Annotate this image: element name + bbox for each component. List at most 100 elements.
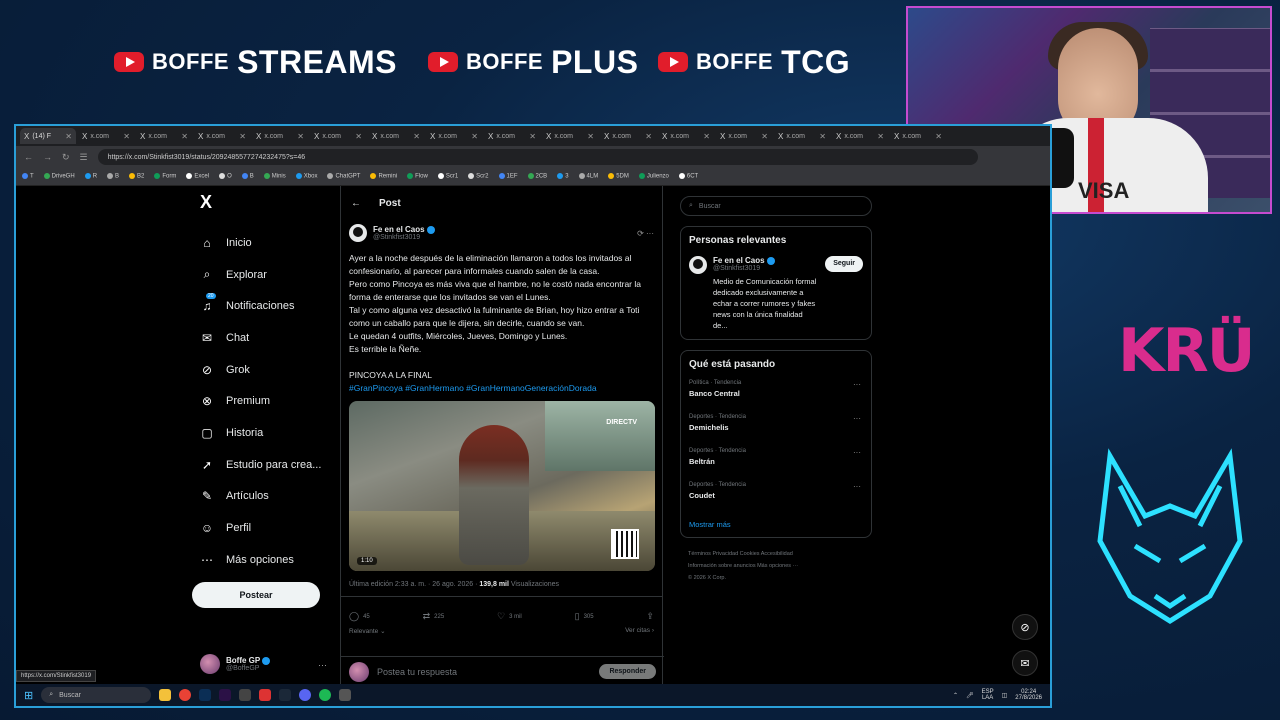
nav-item-artículos[interactable]: ✎ Artículos [192, 481, 332, 513]
nav-item-notificaciones[interactable]: ♫ 20 Notificaciones [192, 290, 332, 322]
quotes-link[interactable]: Ver citas › [625, 627, 654, 635]
close-tab-icon[interactable]: ✕ [703, 132, 710, 141]
nav-item-chat[interactable]: ✉ Chat [192, 322, 332, 354]
more-icon[interactable]: ··· [853, 380, 861, 389]
bookmark-item[interactable]: ChatGPT [327, 173, 360, 180]
bookmark-item[interactable]: R [84, 173, 97, 180]
author-handle[interactable]: @Stinkfist3019 [373, 234, 435, 241]
nav-item-inicio[interactable]: ⌂ Inicio [192, 227, 332, 259]
close-tab-icon[interactable]: ✕ [645, 132, 652, 141]
site-info-icon[interactable]: ☰ [80, 152, 88, 163]
relevant-person[interactable]: Fe en el Caos @Stinkfist3019 Medio de Co… [689, 256, 863, 331]
bookmark-item[interactable]: O [219, 173, 232, 180]
reply-button[interactable]: Responder [599, 664, 656, 679]
close-tab-icon[interactable]: ✕ [529, 132, 536, 141]
browser-tab[interactable]: Xx.com ✕ [310, 128, 366, 144]
bookmark-item[interactable]: Remini [370, 173, 397, 180]
browser-tab[interactable]: Xx.com ✕ [194, 128, 250, 144]
nav-item-grok[interactable]: ⊘ Grok [192, 354, 332, 386]
close-tab-icon[interactable]: ✕ [123, 132, 130, 141]
bookmark-item[interactable]: Scr1 [437, 173, 458, 180]
reload-icon[interactable]: ↻ [62, 152, 70, 163]
browser-tab[interactable]: Xx.com ✕ [252, 128, 308, 144]
tray-up-icon[interactable]: ⌃ [953, 692, 958, 699]
search-input[interactable]: ⌕ Buscar [680, 196, 872, 216]
bookmark-item[interactable]: B2 [129, 173, 144, 180]
author-name[interactable]: Fe en el Caos [373, 225, 435, 234]
browser-tab[interactable]: Xx.com ✕ [426, 128, 482, 144]
browser-tab[interactable]: Xx.com ✕ [368, 128, 424, 144]
bookmark-item[interactable]: Julienzo [638, 173, 669, 180]
trend-item[interactable]: Deportes · Tendencia Demichelis ··· [689, 414, 863, 448]
browser-tab[interactable]: Xx.com ✕ [136, 128, 192, 144]
close-tab-icon[interactable]: ✕ [355, 132, 362, 141]
bookmark-item[interactable]: 3 [557, 173, 569, 180]
premiere-icon[interactable] [219, 689, 232, 701]
app-icon[interactable] [239, 689, 252, 701]
show-more-link[interactable]: Mostrar más [689, 520, 863, 529]
sort-dropdown[interactable]: Relevante ⌄ [349, 627, 386, 635]
back-icon[interactable]: ← [24, 152, 33, 162]
bookmark-item[interactable]: 4LM [578, 173, 598, 180]
close-tab-icon[interactable]: ✕ [819, 132, 826, 141]
close-tab-icon[interactable]: ✕ [935, 132, 942, 141]
browser-tab[interactable]: Xx.com ✕ [658, 128, 714, 144]
hashtags[interactable]: #GranPincoya #GranHermano #GranHermanoGe… [349, 382, 654, 395]
bookmark-item[interactable]: T [22, 173, 34, 180]
close-tab-icon[interactable]: ✕ [587, 132, 594, 141]
bookmark-item[interactable]: Form [154, 173, 176, 180]
nav-item-estudio-para-crea-[interactable]: ➚ Estudio para crea... [192, 449, 332, 481]
close-tab-icon[interactable]: ✕ [761, 132, 768, 141]
bookmark-item[interactable]: Flow [407, 173, 428, 180]
nav-item-más-opciones[interactable]: ⋯ Más opciones [192, 544, 332, 576]
bookmark-item[interactable]: Minis [263, 173, 286, 180]
file-explorer-icon[interactable] [159, 689, 172, 701]
post-author[interactable]: Fe en el Caos @Stinkfist3019 ⟳ ··· [341, 220, 662, 246]
browser-tab[interactable]: Xx.com ✕ [484, 128, 540, 144]
bookmark-item[interactable]: 1EF [498, 173, 518, 180]
nav-item-premium[interactable]: ⊗ Premium [192, 385, 332, 417]
reply-action[interactable]: ◯ 45 [349, 611, 370, 622]
bookmark-item[interactable]: DriveGH [43, 173, 75, 180]
close-tab-icon[interactable]: ✕ [297, 132, 304, 141]
browser-tab[interactable]: Xx.com ✕ [716, 128, 772, 144]
trend-item[interactable]: Deportes · Tendencia Coudet ··· [689, 482, 863, 516]
footer-line[interactable]: Información sobre anuncios Más opciones … [688, 560, 872, 572]
video-player[interactable]: DIRECTV 1:10 [349, 401, 655, 571]
bookmark-item[interactable]: B [241, 173, 254, 180]
browser-tab[interactable]: Xx.com ✕ [890, 128, 946, 144]
browser-tab[interactable]: Xx.com ✕ [78, 128, 134, 144]
steam-icon[interactable] [279, 689, 292, 701]
bookmark-item[interactable]: Scr2 [468, 173, 489, 180]
bookmark-item[interactable]: Excel [186, 173, 209, 180]
bookmark-item[interactable]: Xbox [295, 173, 317, 180]
bookmark-item[interactable]: B [107, 173, 119, 180]
forward-icon[interactable]: → [43, 152, 52, 162]
post-options-icon[interactable]: ⟳ ··· [637, 229, 654, 238]
like-action[interactable]: ♡ 3 mil [497, 611, 522, 622]
footer-line[interactable]: Términos Privacidad Cookies Accesibilida… [688, 548, 872, 560]
more-icon[interactable]: ··· [853, 414, 861, 423]
bookmark-item[interactable]: 6CT [678, 173, 698, 180]
avatar[interactable] [689, 256, 707, 274]
app-icon[interactable] [339, 689, 352, 701]
repost-action[interactable]: ⇄ 225 [423, 611, 445, 622]
chat-float-icon[interactable]: ✉ [1012, 650, 1038, 676]
more-icon[interactable]: ··· [853, 448, 861, 457]
back-arrow-icon[interactable]: ← [351, 198, 361, 209]
reply-input[interactable]: Postea tu respuesta [377, 667, 457, 677]
trend-item[interactable]: Deportes · Tendencia Beltrán ··· [689, 448, 863, 482]
more-icon[interactable]: ··· [318, 660, 327, 670]
nav-item-perfil[interactable]: ☺ Perfil [192, 512, 332, 544]
clock[interactable]: 02:24 27/8/2026 [1015, 689, 1042, 701]
browser-tab[interactable]: X (14) F ✕ [20, 128, 76, 144]
nav-item-historia[interactable]: ▢ Historia [192, 417, 332, 449]
close-tab-icon[interactable]: ✕ [877, 132, 884, 141]
mic-icon[interactable]: 🎤︎ [966, 692, 974, 699]
grok-float-icon[interactable]: ⊘ [1012, 614, 1038, 640]
photoshop-icon[interactable] [199, 689, 212, 701]
avatar[interactable] [349, 224, 367, 242]
post-button[interactable]: Postear [192, 582, 320, 608]
browser-tab[interactable]: Xx.com ✕ [774, 128, 830, 144]
account-switcher[interactable]: Boffe GP @BoffeGP ··· [200, 654, 327, 674]
